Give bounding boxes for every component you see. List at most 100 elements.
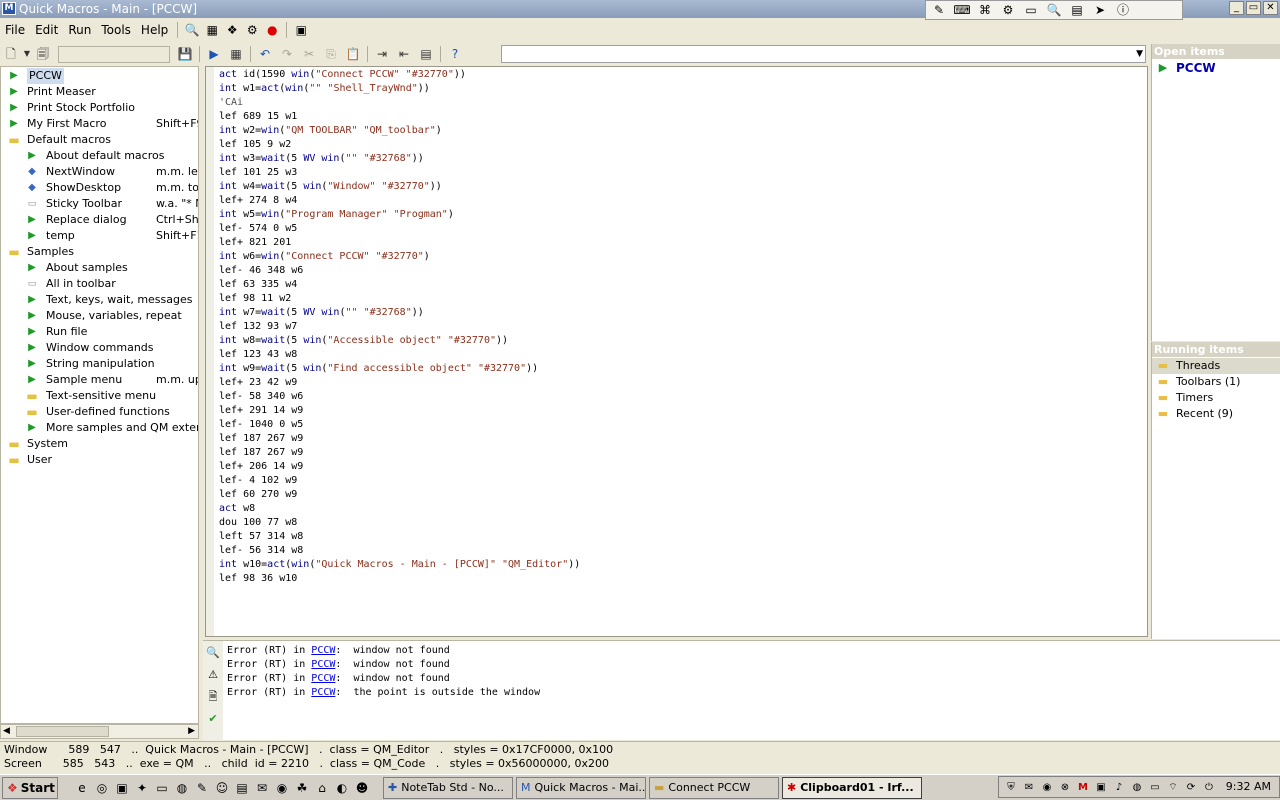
save-icon[interactable]: 💾 — [174, 44, 196, 64]
copy-icon[interactable]: ⎘ — [320, 44, 342, 64]
tree-item[interactable]: ▶ Text, keys, wait, messages — [1, 292, 198, 308]
shield-icon[interactable]: ⛨ — [1003, 782, 1019, 793]
code-line[interactable]: lef 60 270 w9 — [219, 488, 297, 502]
document-icon[interactable]: 🗎 — [205, 689, 221, 705]
code-line[interactable]: int w3=wait(5 WV win("" "#32768")) — [219, 152, 424, 166]
tree-item[interactable]: ▶ temp Shift+F12 — [1, 228, 198, 244]
menu-help[interactable]: Help — [136, 23, 173, 37]
window-icon[interactable]: ▭ — [1022, 2, 1040, 18]
globe-icon[interactable]: ◍ — [172, 778, 192, 798]
check-icon[interactable]: ✔ — [205, 711, 221, 727]
tree-item[interactable]: ▶ Mouse, variables, repeat — [1, 308, 198, 324]
disc-icon[interactable]: ◉ — [272, 778, 292, 798]
code-line[interactable]: 'CAi — [219, 96, 243, 110]
wifi-icon[interactable]: ⌔ — [1165, 781, 1181, 794]
pen-icon[interactable]: ✎ — [192, 778, 212, 798]
properties-icon[interactable]: 🗐 — [32, 44, 54, 64]
run-icon[interactable]: ▶ — [203, 44, 225, 64]
tree-item[interactable]: ◆ ShowDesktop m.m. top — [1, 180, 198, 196]
tree-item[interactable]: ▶ About samples — [1, 260, 198, 276]
tree-item[interactable]: ▶ String manipulation — [1, 356, 198, 372]
code-line[interactable]: int w7=wait(5 WV win("" "#32768")) — [219, 306, 424, 320]
code-line[interactable]: lef 98 11 w2 — [219, 292, 291, 306]
compile-icon[interactable]: ▦ — [225, 44, 247, 64]
code-line[interactable]: act w8 — [219, 502, 255, 516]
code-line[interactable]: lef 63 335 w4 — [219, 278, 297, 292]
app-icon[interactable]: ▣ — [1093, 782, 1109, 793]
m-icon[interactable]: M — [1075, 782, 1091, 793]
running-item-recent[interactable]: ▬ Recent (9) — [1152, 406, 1280, 422]
ie-icon[interactable]: e — [72, 778, 92, 798]
tree-item[interactable]: ▬ System — [1, 436, 198, 452]
tree-item[interactable]: ▬ User-defined functions — [1, 404, 198, 420]
code-line[interactable]: lef- 4 102 w9 — [219, 474, 297, 488]
paste-icon[interactable]: 📋 — [342, 44, 364, 64]
running-item-threads[interactable]: ▬ Threads — [1152, 358, 1280, 374]
code-line[interactable]: lef 689 15 w1 — [219, 110, 297, 124]
cut-icon[interactable]: ✂ — [298, 44, 320, 64]
scroll-left-icon[interactable]: ◀ — [3, 725, 10, 738]
keyboard-icon[interactable]: ⌨ — [953, 2, 971, 18]
tree-item[interactable]: ▶ Print Stock Portfolio — [1, 100, 198, 116]
gear-icon[interactable]: ⚙ — [999, 2, 1017, 18]
media-icon[interactable]: ▤ — [232, 778, 252, 798]
tree-item[interactable]: ▶ PCCW — [1, 68, 198, 84]
card-icon[interactable]: ▤ — [1068, 2, 1086, 18]
tree-item[interactable]: ▬ Default macros — [1, 132, 198, 148]
app-icon[interactable]: ✦ — [132, 778, 152, 798]
clock[interactable]: 9:32 AM — [1226, 780, 1271, 793]
open-item[interactable]: ▶ PCCW — [1152, 60, 1280, 76]
taskbar-button[interactable]: ✱ Clipboard01 - Irf... — [782, 776, 922, 799]
tree-item[interactable]: ▭ All in toolbar — [1, 276, 198, 292]
code-line[interactable]: int w9=wait(5 win("Find accessible objec… — [219, 362, 538, 376]
tree-item[interactable]: ▶ More samples and QM extension — [1, 420, 198, 436]
tree-filter-input[interactable] — [58, 45, 170, 63]
find-icon[interactable]: 🔍 — [205, 645, 221, 661]
minimize-button[interactable]: _ — [1229, 1, 1244, 15]
tree-item[interactable]: ◆ NextWindow m.m. left- — [1, 164, 198, 180]
comment-icon[interactable]: ▤ — [415, 44, 437, 64]
list-icon[interactable]: ▦ — [202, 21, 222, 39]
chat-icon[interactable]: ☻ — [352, 778, 372, 798]
code-line[interactable]: lef+ 274 8 w4 — [219, 194, 297, 208]
editor-icon[interactable]: ▣ — [112, 778, 132, 798]
scroll-thumb[interactable] — [16, 726, 109, 737]
code-line[interactable]: lef 98 36 w10 — [219, 572, 297, 586]
code-combo-box[interactable]: ▼ — [501, 45, 1146, 63]
tree-item[interactable]: ▶ Replace dialog Ctrl+Shift — [1, 212, 198, 228]
code-editor[interactable]: act id(1590 win("Connect PCCW" "#32770")… — [205, 66, 1148, 637]
tree-item[interactable]: ▬ Text-sensitive menu — [1, 388, 198, 404]
browser-icon[interactable]: ◎ — [92, 778, 112, 798]
warning-icon[interactable]: ⚠ — [205, 667, 221, 683]
record-icon[interactable]: ● — [262, 21, 282, 39]
code-line[interactable]: int w2=win("QM TOOLBAR" "QM_toolbar") — [219, 124, 442, 138]
image-icon[interactable]: ▣ — [291, 21, 311, 39]
code-line[interactable]: lef 132 93 w7 — [219, 320, 297, 334]
code-line[interactable]: lef 105 9 w2 — [219, 138, 291, 152]
close-button[interactable]: ✕ — [1263, 1, 1278, 15]
power-icon[interactable]: ⏻ — [1201, 782, 1217, 793]
properties-icon[interactable]: ⚙ — [242, 21, 262, 39]
monitor-icon[interactable]: ▭ — [152, 778, 172, 798]
running-item-toolbars[interactable]: ▬ Toolbars (1) — [1152, 374, 1280, 390]
disc-icon[interactable]: ◍ — [1129, 782, 1145, 793]
code-line[interactable]: int w8=wait(5 win("Accessible object" "#… — [219, 334, 508, 348]
run-arrow-icon[interactable]: ➤ — [1091, 2, 1109, 18]
tree-item[interactable]: ▶ Window commands — [1, 340, 198, 356]
pen-icon[interactable]: ✎ — [930, 2, 948, 18]
tree-item[interactable]: ▶ About default macros — [1, 148, 198, 164]
code-line[interactable]: lef+ 821 201 — [219, 236, 291, 250]
undo-icon[interactable]: ↶ — [254, 44, 276, 64]
find-icon[interactable]: 🔍 — [182, 21, 202, 39]
indent-icon[interactable]: ⇥ — [371, 44, 393, 64]
macro-link[interactable]: PCCW — [311, 673, 335, 684]
mail-icon[interactable]: ✉ — [1021, 782, 1037, 793]
code-line[interactable]: int w1=act(win("" "Shell_TrayWnd")) — [219, 82, 430, 96]
taskbar-button[interactable]: M Quick Macros - Mai... — [516, 776, 646, 799]
volume-icon[interactable]: ♪ — [1111, 782, 1127, 793]
code-line[interactable]: int w6=win("Connect PCCW" "#32770") — [219, 250, 430, 264]
code-line[interactable]: lef+ 23 42 w9 — [219, 376, 297, 390]
code-line[interactable]: int w10=act(win("Quick Macros - Main - [… — [219, 558, 580, 572]
new-dropdown-icon[interactable]: ▼ — [22, 44, 32, 64]
macro-link[interactable]: PCCW — [311, 659, 335, 670]
